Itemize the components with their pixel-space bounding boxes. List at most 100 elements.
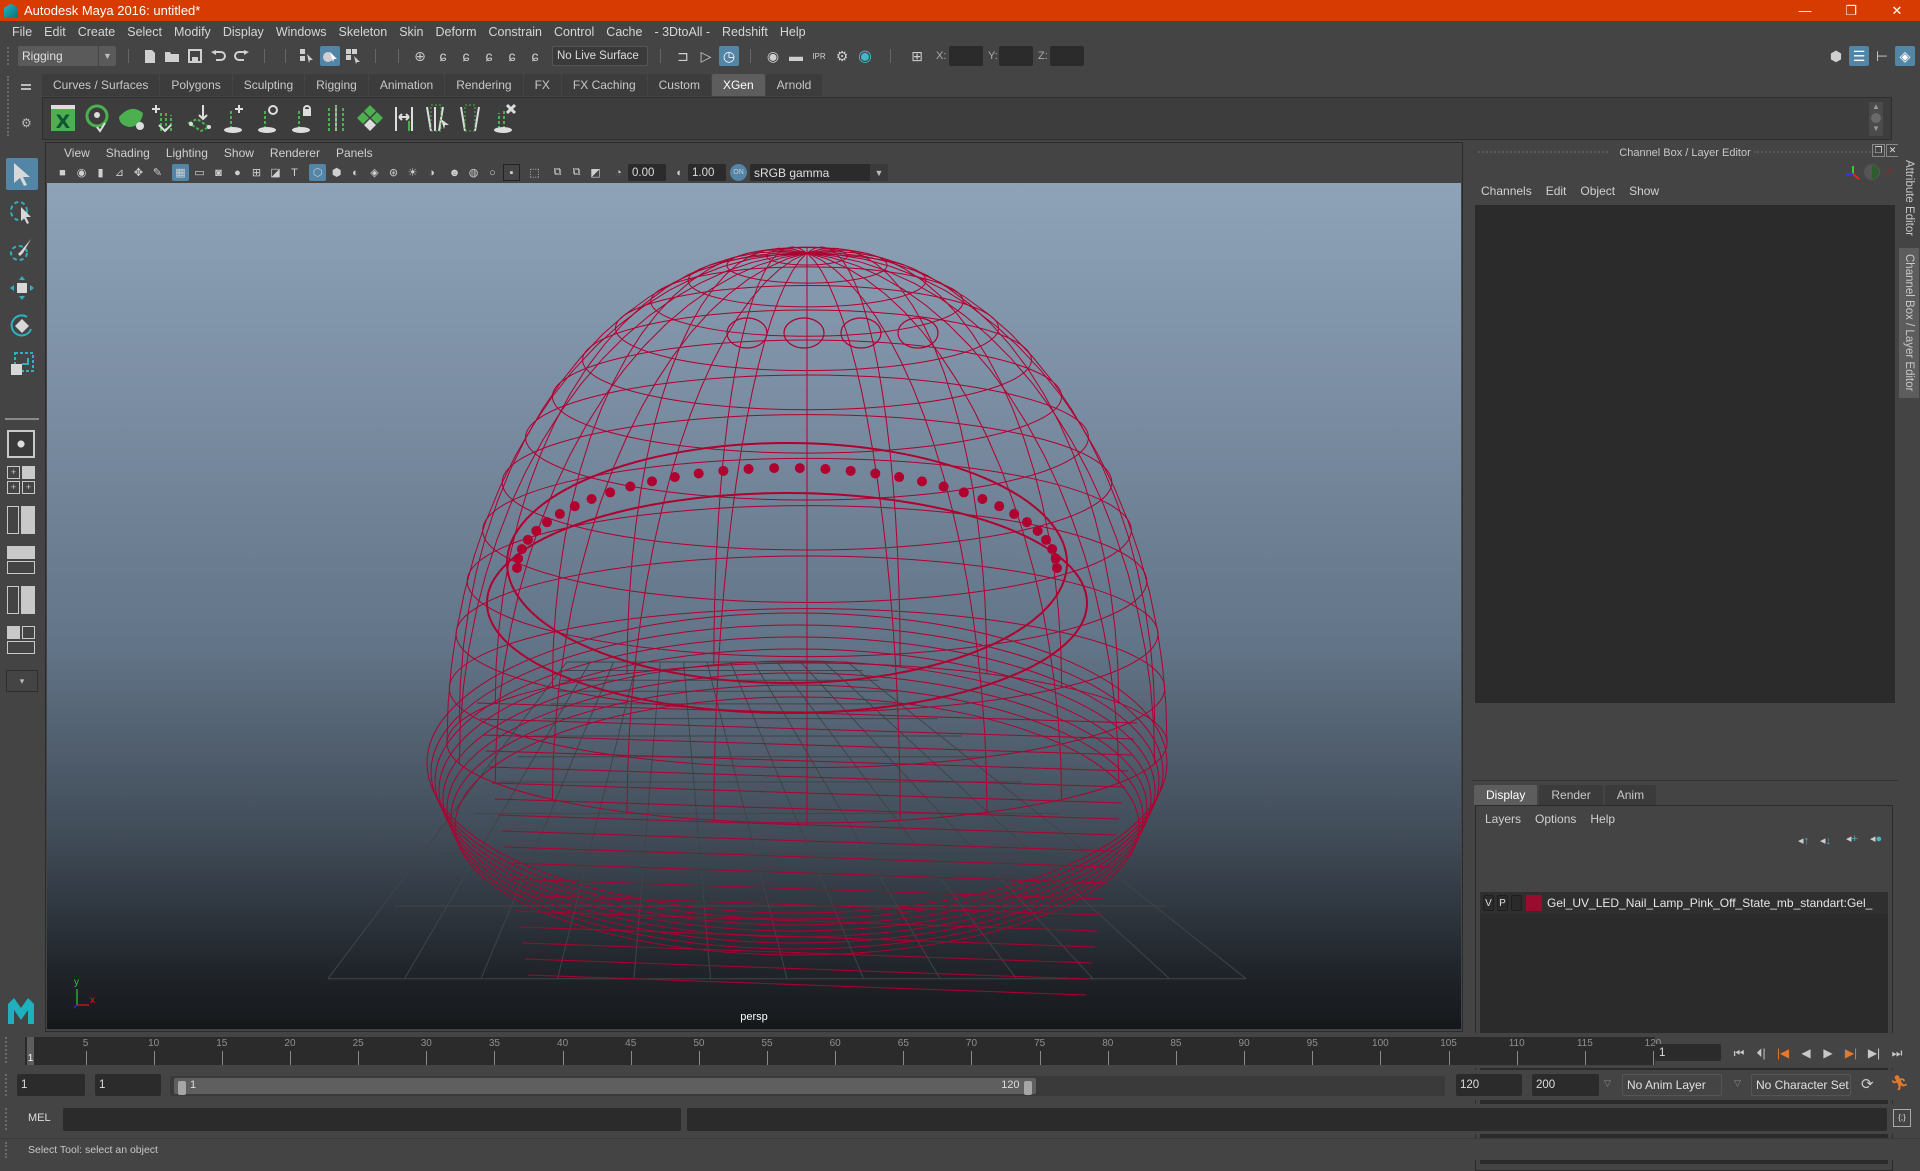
current-frame-field[interactable]: 1	[1655, 1044, 1721, 1061]
wireframe-on-shaded-icon[interactable]: ◐	[347, 164, 364, 181]
gate-mask-icon[interactable]: ●	[229, 164, 246, 181]
isolate-select-icon[interactable]: ⬚	[526, 164, 543, 181]
grip-handle[interactable]	[7, 76, 11, 136]
shelf-scroll-down-icon[interactable]: ▼	[1869, 124, 1883, 134]
timeline[interactable]: 1 5 10 15 20 25 30 35 40 45 50 55 60 65 70 75 80 85 90 95 1…	[25, 1037, 1661, 1065]
shelf-menu-icon[interactable]	[1871, 113, 1881, 123]
menu-skin[interactable]: Skin	[393, 21, 429, 43]
layer-visibility-toggle[interactable]: V	[1483, 895, 1494, 911]
shelf-tab-sculpting[interactable]: Sculpting	[232, 74, 305, 96]
place-guides-icon[interactable]	[185, 103, 217, 135]
field-chart-icon[interactable]: ⊞	[248, 164, 265, 181]
shelf-tab-polygons[interactable]: Polygons	[160, 74, 232, 96]
range-end-handle[interactable]	[1023, 1081, 1032, 1095]
layer-row[interactable]: V P Gel_UV_LED_Nail_Lamp_Pink_Off_State_…	[1480, 892, 1888, 914]
move-tool-icon[interactable]	[6, 272, 38, 304]
panel-drag-handle[interactable]	[1754, 151, 1874, 153]
snap-to-surface-icon[interactable]: ɕ	[525, 46, 545, 66]
menu-windows[interactable]: Windows	[270, 21, 333, 43]
layer-menu-layers[interactable]: Layers	[1478, 812, 1528, 826]
layer-menu-options[interactable]: Options	[1528, 812, 1583, 826]
script-editor-icon[interactable]: {;}	[1893, 1109, 1911, 1127]
menu-redshift[interactable]: Redshift	[716, 21, 774, 43]
menu-skeleton[interactable]: Skeleton	[333, 21, 394, 43]
snap-to-point-icon[interactable]: ɕ	[456, 46, 476, 66]
menu-deform[interactable]: Deform	[430, 21, 483, 43]
snap-to-grid-icon[interactable]: ⊕	[410, 46, 430, 66]
use-all-lights-icon[interactable]: ☀	[404, 164, 421, 181]
delete-guides-icon[interactable]	[491, 103, 523, 135]
snap-to-curve-icon[interactable]: ɕ	[433, 46, 453, 66]
resolution-gate-icon[interactable]: ◙	[210, 164, 227, 181]
float-panel-icon[interactable]: ❐	[1872, 144, 1885, 157]
shelf-scroll[interactable]: ▲ ▼	[1869, 102, 1883, 136]
transform-mode-icon[interactable]: ⊞	[907, 46, 927, 66]
new-scene-icon[interactable]	[140, 46, 160, 66]
snap-to-view-plane-icon[interactable]: ɕ	[479, 46, 499, 66]
textured-icon[interactable]: ⊛	[385, 164, 402, 181]
move-layer-up-icon[interactable]: ◂↑	[1798, 834, 1809, 847]
menu-constrain[interactable]: Constrain	[483, 21, 549, 43]
menu-file[interactable]: File	[6, 21, 38, 43]
render-settings-icon[interactable]: ⚙	[832, 46, 852, 66]
select-by-object-icon[interactable]	[320, 46, 340, 66]
shelf-tabs-menu-icon[interactable]	[21, 84, 31, 90]
animation-preferences-icon[interactable]: 🏃︎	[1890, 1074, 1909, 1092]
create-patches-icon[interactable]	[117, 103, 149, 135]
character-set-dropdown-arrow-icon[interactable]: ▽	[1734, 1078, 1741, 1089]
panel-menu-lighting[interactable]: Lighting	[158, 146, 216, 160]
3d-viewport[interactable]: y x persp	[47, 183, 1461, 1029]
rebuild-guides-icon[interactable]	[355, 103, 387, 135]
channel-menu-channels[interactable]: Channels	[1474, 184, 1539, 198]
undo-icon[interactable]	[208, 46, 228, 66]
command-language-label[interactable]: MEL	[28, 1112, 51, 1124]
xray-joints-icon[interactable]: ⧉	[549, 164, 566, 181]
menu-cache[interactable]: Cache	[600, 21, 648, 43]
image-plane-icon[interactable]: ⊿	[111, 164, 128, 181]
wireframe-icon[interactable]: ⬡	[309, 164, 326, 181]
move-layer-down-icon[interactable]: ◂↓	[1820, 834, 1831, 847]
x-field[interactable]	[949, 46, 983, 66]
shelf-tab-rigging[interactable]: Rigging	[305, 74, 368, 96]
layout-more-button[interactable]: ▾	[6, 670, 38, 692]
guide-curves-icon[interactable]	[321, 103, 353, 135]
range-bar[interactable]: 1 120	[170, 1076, 1445, 1096]
menu-control[interactable]: Control	[548, 21, 600, 43]
shelf-tab-xgen[interactable]: XGen	[711, 74, 765, 96]
play-forwards-icon[interactable]: ▶	[1819, 1045, 1837, 1061]
panel-splitter[interactable]	[1472, 780, 1898, 781]
screen-space-ao-icon[interactable]: ☻	[446, 164, 463, 181]
menu-edit[interactable]: Edit	[38, 21, 72, 43]
camera-attributes-icon[interactable]: ◉	[73, 164, 90, 181]
grid-toggle-icon[interactable]: ▦	[172, 164, 189, 181]
step-back-key-icon[interactable]: |◀	[1774, 1045, 1792, 1061]
single-perspective-layout-icon[interactable]	[7, 430, 35, 458]
live-surface-field[interactable]: No Live Surface	[552, 46, 648, 66]
make-live-icon[interactable]: ɕ	[502, 46, 522, 66]
panel-menu-view[interactable]: View	[56, 146, 98, 160]
new-empty-layer-icon[interactable]: ◂+	[1846, 832, 1858, 845]
rotate-tool-icon[interactable]	[6, 310, 38, 342]
menu-select[interactable]: Select	[121, 21, 168, 43]
persp-hypershade-layout-icon[interactable]	[7, 586, 35, 614]
auto-key-sync-icon[interactable]: ⟳	[1861, 1075, 1874, 1093]
panel-menu-show[interactable]: Show	[216, 146, 262, 160]
smooth-shade-icon[interactable]: ⬢	[328, 164, 345, 181]
anti-aliasing-icon[interactable]: ○	[484, 164, 501, 181]
go-to-end-icon[interactable]: ⏭	[1888, 1045, 1906, 1061]
step-back-frame-icon[interactable]: ⏴|	[1752, 1045, 1770, 1061]
depth-of-field-icon[interactable]: ▪	[503, 164, 520, 181]
scale-tool-icon[interactable]	[6, 348, 38, 380]
shelf-tab-fx[interactable]: FX	[523, 74, 561, 96]
side-tab-channel-box[interactable]: Channel Box / Layer Editor	[1899, 248, 1919, 398]
y-field[interactable]	[999, 46, 1033, 66]
view-transform-dropdown[interactable]: sRGB gamma ▼	[750, 164, 888, 181]
menuset-dropdown[interactable]: Rigging ▼	[18, 46, 116, 66]
anim-layer-dropdown[interactable]: No Anim Layer	[1622, 1074, 1722, 1096]
layer-color-swatch[interactable]	[1526, 895, 1542, 911]
shelf-settings-gear-icon[interactable]: ⚙	[21, 116, 32, 130]
add-guide-icon[interactable]	[219, 103, 251, 135]
exposure-icon[interactable]: ◔	[610, 164, 627, 181]
gamma-icon[interactable]: ◖	[670, 164, 687, 181]
layer-tab-display[interactable]: Display	[1474, 785, 1538, 805]
